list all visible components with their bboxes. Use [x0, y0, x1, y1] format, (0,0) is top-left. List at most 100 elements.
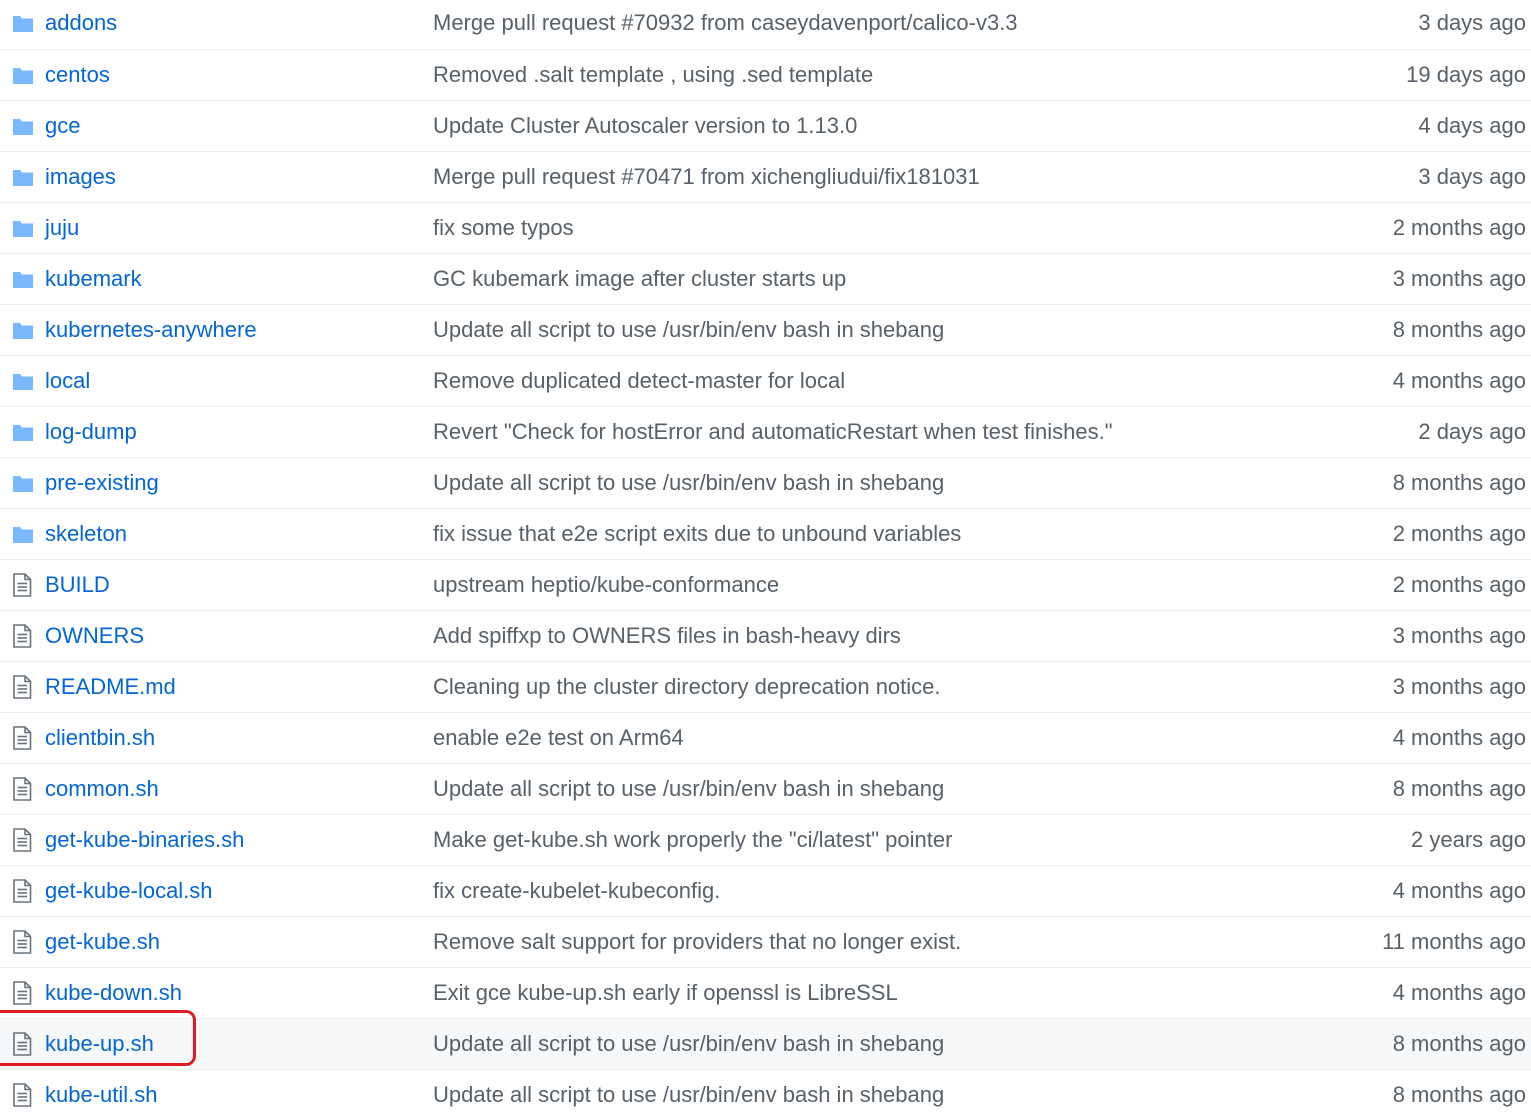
file-name-link[interactable]: get-kube-local.sh	[45, 866, 213, 916]
file-row[interactable]: README.md Cleaning up the cluster direct…	[0, 661, 1531, 712]
file-row[interactable]: images Merge pull request #70471 from xi…	[0, 151, 1531, 202]
commit-message-link[interactable]: upstream heptio/kube-conformance	[433, 560, 779, 610]
commit-message-link[interactable]: Merge pull request #70471 from xichengli…	[433, 152, 980, 202]
file-name-link[interactable]: kube-down.sh	[45, 968, 182, 1018]
file-row[interactable]: BUILD upstream heptio/kube-conformance 2…	[0, 559, 1531, 610]
commit-age: 4 months ago	[1392, 368, 1526, 393]
file-row[interactable]: kube-util.sh Update all script to use /u…	[0, 1069, 1531, 1120]
folder-icon	[12, 509, 36, 559]
commit-message-link[interactable]: GC kubemark image after cluster starts u…	[433, 254, 846, 304]
file-icon	[12, 662, 36, 712]
file-icon	[12, 815, 36, 865]
commit-age: 4 months ago	[1392, 725, 1526, 750]
folder-icon	[12, 0, 36, 48]
file-name-link[interactable]: README.md	[45, 662, 176, 712]
file-icon	[12, 1019, 36, 1069]
file-name-link[interactable]: juju	[45, 203, 79, 253]
commit-age: 4 days ago	[1418, 113, 1526, 138]
commit-message-link[interactable]: Update all script to use /usr/bin/env ba…	[433, 1019, 944, 1069]
commit-message-link[interactable]: Make get-kube.sh work properly the "ci/l…	[433, 815, 952, 865]
commit-message-link[interactable]: fix create-kubelet-kubeconfig.	[433, 866, 720, 916]
commit-message-link[interactable]: Add spiffxp to OWNERS files in bash-heav…	[433, 611, 901, 661]
commit-age: 2 months ago	[1392, 572, 1526, 597]
file-icon	[12, 560, 36, 610]
commit-message-link[interactable]: fix issue that e2e script exits due to u…	[433, 509, 961, 559]
file-row[interactable]: log-dump Revert "Check for hostError and…	[0, 406, 1531, 457]
file-name-link[interactable]: pre-existing	[45, 458, 159, 508]
file-row[interactable]: kubernetes-anywhere Update all script to…	[0, 304, 1531, 355]
folder-icon	[12, 458, 36, 508]
file-icon	[12, 917, 36, 967]
commit-message-link[interactable]: Update all script to use /usr/bin/env ba…	[433, 764, 944, 814]
commit-age: 2 years ago	[1411, 827, 1526, 852]
commit-message-link[interactable]: Update all script to use /usr/bin/env ba…	[433, 458, 944, 508]
commit-message-link[interactable]: Remove duplicated detect-master for loca…	[433, 356, 845, 406]
file-name-link[interactable]: skeleton	[45, 509, 127, 559]
folder-icon	[12, 152, 36, 202]
file-name-link[interactable]: kube-up.sh	[45, 1019, 154, 1069]
folder-icon	[12, 101, 36, 151]
file-row[interactable]: clientbin.sh enable e2e test on Arm64 4 …	[0, 712, 1531, 763]
file-name-link[interactable]: BUILD	[45, 560, 110, 610]
file-name-link[interactable]: clientbin.sh	[45, 713, 155, 763]
commit-message-link[interactable]: Removed .salt template , using .sed temp…	[433, 50, 873, 100]
commit-age: 3 days ago	[1418, 10, 1526, 35]
file-row[interactable]: kube-down.sh Exit gce kube-up.sh early i…	[0, 967, 1531, 1018]
commit-message-link[interactable]: enable e2e test on Arm64	[433, 713, 684, 763]
file-row[interactable]: gce Update Cluster Autoscaler version to…	[0, 100, 1531, 151]
file-row[interactable]: skeleton fix issue that e2e script exits…	[0, 508, 1531, 559]
commit-age: 8 months ago	[1392, 1031, 1526, 1056]
folder-icon	[12, 356, 36, 406]
commit-age: 11 months ago	[1382, 929, 1526, 954]
commit-age: 8 months ago	[1392, 776, 1526, 801]
file-row[interactable]: get-kube-binaries.sh Make get-kube.sh wo…	[0, 814, 1531, 865]
file-name-link[interactable]: get-kube.sh	[45, 917, 160, 967]
file-row[interactable]: OWNERS Add spiffxp to OWNERS files in ba…	[0, 610, 1531, 661]
commit-age: 3 days ago	[1418, 164, 1526, 189]
commit-age: 8 months ago	[1392, 470, 1526, 495]
file-name-link[interactable]: images	[45, 152, 116, 202]
file-row[interactable]: local Remove duplicated detect-master fo…	[0, 355, 1531, 406]
commit-age: 4 months ago	[1392, 980, 1526, 1005]
commit-message-link[interactable]: fix some typos	[433, 203, 574, 253]
file-row[interactable]: juju fix some typos 2 months ago	[0, 202, 1531, 253]
commit-message-link[interactable]: Merge pull request #70932 from caseydave…	[433, 0, 1018, 48]
file-name-link[interactable]: centos	[45, 50, 110, 100]
file-name-link[interactable]: kube-util.sh	[45, 1070, 158, 1120]
commit-message-link[interactable]: Exit gce kube-up.sh early if openssl is …	[433, 968, 898, 1018]
file-icon	[12, 713, 36, 763]
commit-message-link[interactable]: Update all script to use /usr/bin/env ba…	[433, 1070, 944, 1120]
file-name-link[interactable]: local	[45, 356, 90, 406]
file-name-link[interactable]: addons	[45, 0, 117, 48]
commit-age: 3 months ago	[1392, 623, 1526, 648]
file-name-link[interactable]: kubernetes-anywhere	[45, 305, 257, 355]
folder-icon	[12, 305, 36, 355]
commit-age: 19 days ago	[1406, 62, 1526, 87]
file-name-link[interactable]: get-kube-binaries.sh	[45, 815, 244, 865]
file-row[interactable]: kube-up.sh Update all script to use /usr…	[0, 1018, 1531, 1069]
file-list: addons Merge pull request #70932 from ca…	[0, 0, 1531, 1120]
file-name-link[interactable]: OWNERS	[45, 611, 144, 661]
commit-message-link[interactable]: Cleaning up the cluster directory deprec…	[433, 662, 941, 712]
file-icon	[12, 611, 36, 661]
commit-message-link[interactable]: Revert "Check for hostError and automati…	[433, 407, 1113, 457]
file-name-link[interactable]: kubemark	[45, 254, 142, 304]
file-name-link[interactable]: common.sh	[45, 764, 159, 814]
file-row[interactable]: common.sh Update all script to use /usr/…	[0, 763, 1531, 814]
commit-age: 4 months ago	[1392, 878, 1526, 903]
commit-message-link[interactable]: Remove salt support for providers that n…	[433, 917, 961, 967]
file-row[interactable]: get-kube.sh Remove salt support for prov…	[0, 916, 1531, 967]
file-row[interactable]: centos Removed .salt template , using .s…	[0, 49, 1531, 100]
folder-icon	[12, 407, 36, 457]
file-row[interactable]: pre-existing Update all script to use /u…	[0, 457, 1531, 508]
commit-age: 3 months ago	[1392, 674, 1526, 699]
commit-message-link[interactable]: Update Cluster Autoscaler version to 1.1…	[433, 101, 857, 151]
file-name-link[interactable]: log-dump	[45, 407, 137, 457]
commit-age: 8 months ago	[1392, 317, 1526, 342]
file-row[interactable]: addons Merge pull request #70932 from ca…	[0, 0, 1531, 49]
file-row[interactable]: get-kube-local.sh fix create-kubelet-kub…	[0, 865, 1531, 916]
file-name-link[interactable]: gce	[45, 101, 80, 151]
commit-message-link[interactable]: Update all script to use /usr/bin/env ba…	[433, 305, 944, 355]
folder-icon	[12, 254, 36, 304]
file-row[interactable]: kubemark GC kubemark image after cluster…	[0, 253, 1531, 304]
